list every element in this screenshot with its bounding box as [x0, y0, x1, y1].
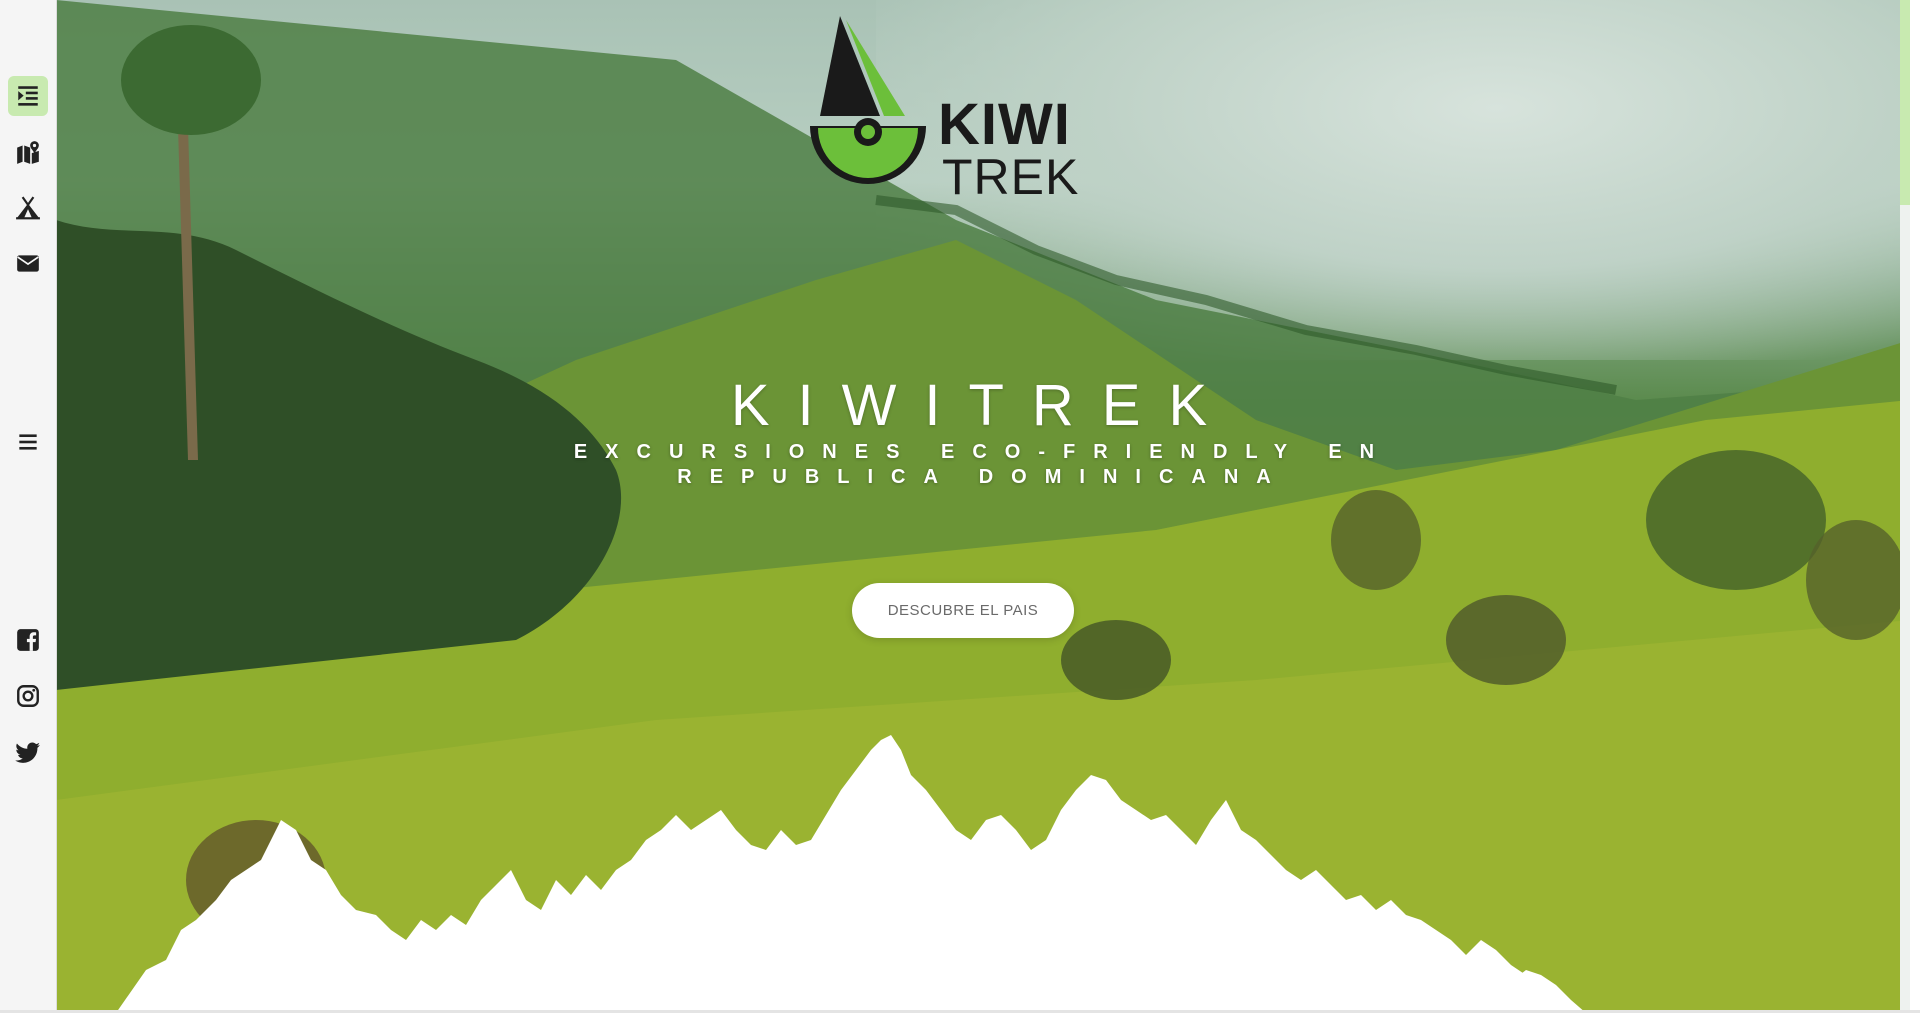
envelope-icon — [17, 255, 39, 272]
discover-country-button[interactable]: DESCUBRE EL PAIS — [852, 583, 1074, 638]
contact-button[interactable] — [8, 243, 48, 283]
hero-subtitle-line2: REPUBLICA DOMINICANA — [677, 466, 1289, 488]
twitter-icon — [15, 742, 40, 763]
camping-button[interactable] — [8, 188, 48, 228]
main-menu-button[interactable] — [8, 422, 48, 462]
hero-title: KIWITREK — [730, 373, 1236, 438]
indent-icon — [18, 86, 38, 106]
hamburger-menu-icon — [19, 434, 37, 450]
hero-subtitle-line1: EXCURSIONES ECO-FRIENDLY EN — [573, 441, 1393, 463]
tent-icon — [16, 196, 40, 220]
map-button[interactable] — [8, 132, 48, 172]
hero-subtitle: EXCURSIONES ECO-FRIENDLY EN REPUBLICA DO… — [56, 440, 1910, 490]
twitter-link[interactable] — [8, 732, 48, 772]
forest-silhouette-divider — [116, 735, 1586, 1013]
map-marker-icon — [17, 141, 39, 164]
scrollbar-thumb[interactable] — [1900, 0, 1910, 205]
logo-wordmark-line2: TREK — [942, 149, 1080, 205]
sidebar — [0, 0, 57, 1013]
instagram-icon — [17, 685, 39, 707]
facebook-icon — [17, 629, 39, 651]
logo-wordmark-line1: KIWI — [938, 92, 1071, 157]
indent-menu-button[interactable] — [8, 76, 48, 116]
instagram-link[interactable] — [8, 676, 48, 716]
facebook-link[interactable] — [8, 620, 48, 660]
